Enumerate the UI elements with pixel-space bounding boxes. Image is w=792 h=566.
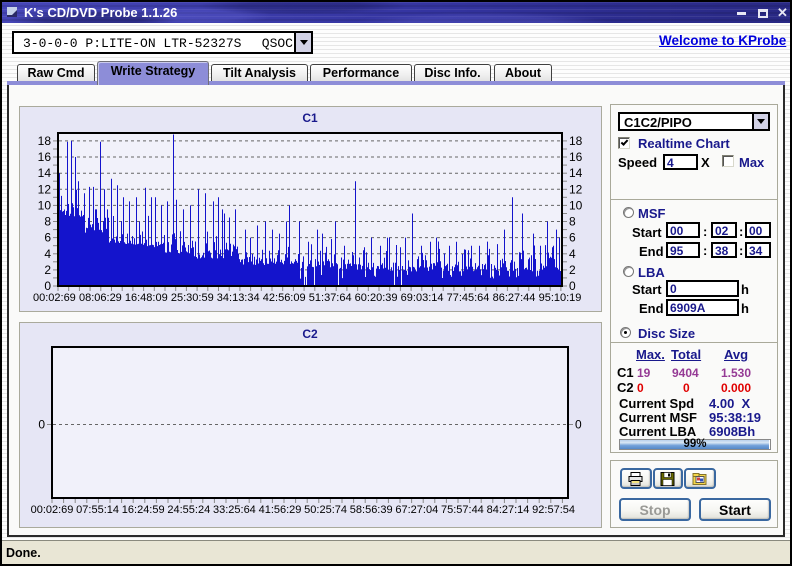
svg-text:95:10:19: 95:10:19 [539, 292, 582, 304]
svg-text:4: 4 [569, 247, 576, 261]
svg-text:67:27:04: 67:27:04 [395, 504, 438, 516]
svg-text:10: 10 [569, 198, 583, 212]
svg-text:2: 2 [569, 263, 576, 277]
svg-text:0: 0 [44, 279, 51, 293]
svg-text:8: 8 [569, 215, 576, 229]
svg-text:60:20:39: 60:20:39 [355, 292, 398, 304]
svg-text:0: 0 [575, 418, 582, 432]
svg-text:C2: C2 [302, 327, 318, 341]
svg-text:14: 14 [38, 166, 52, 180]
svg-text:0: 0 [38, 418, 45, 432]
svg-text:12: 12 [38, 182, 52, 196]
svg-text:58:56:39: 58:56:39 [350, 504, 393, 516]
svg-text:10: 10 [38, 198, 52, 212]
svg-text:8: 8 [44, 215, 51, 229]
svg-text:69:03:14: 69:03:14 [401, 292, 444, 304]
svg-text:16:24:59: 16:24:59 [122, 504, 165, 516]
svg-text:14: 14 [569, 166, 583, 180]
svg-text:41:56:29: 41:56:29 [259, 504, 302, 516]
svg-text:92:57:54: 92:57:54 [532, 504, 575, 516]
svg-text:4: 4 [44, 247, 51, 261]
svg-text:16: 16 [569, 150, 583, 164]
svg-text:07:55:14: 07:55:14 [76, 504, 119, 516]
svg-text:84:27:14: 84:27:14 [487, 504, 530, 516]
svg-text:18: 18 [38, 134, 52, 148]
svg-text:25:30:59: 25:30:59 [171, 292, 214, 304]
svg-text:0: 0 [569, 279, 576, 293]
svg-text:6: 6 [569, 231, 576, 245]
svg-text:34:13:34: 34:13:34 [217, 292, 260, 304]
svg-text:33:25:64: 33:25:64 [213, 504, 256, 516]
svg-text:08:06:29: 08:06:29 [79, 292, 122, 304]
svg-text:6: 6 [44, 231, 51, 245]
svg-text:77:45:64: 77:45:64 [447, 292, 490, 304]
svg-text:75:57:44: 75:57:44 [441, 504, 484, 516]
svg-text:00:02:69: 00:02:69 [33, 292, 76, 304]
svg-text:2: 2 [44, 263, 51, 277]
svg-text:C1: C1 [302, 111, 318, 125]
svg-text:50:25:74: 50:25:74 [304, 504, 347, 516]
svg-text:16: 16 [38, 150, 52, 164]
svg-text:24:55:24: 24:55:24 [167, 504, 210, 516]
svg-text:86:27:44: 86:27:44 [493, 292, 536, 304]
svg-text:51:37:64: 51:37:64 [309, 292, 352, 304]
svg-text:00:02:69: 00:02:69 [31, 504, 74, 516]
svg-text:16:48:09: 16:48:09 [125, 292, 168, 304]
svg-text:18: 18 [569, 134, 583, 148]
svg-text:42:56:09: 42:56:09 [263, 292, 306, 304]
svg-text:12: 12 [569, 182, 583, 196]
